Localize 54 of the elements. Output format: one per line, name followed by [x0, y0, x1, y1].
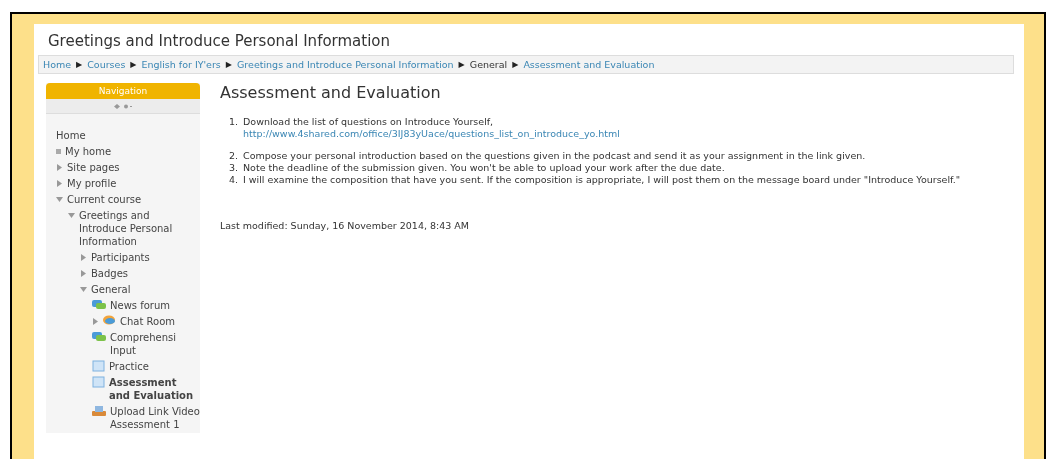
step-text: Note the deadline of the submission given. You won't be able to upload your work after the due date.	[243, 162, 725, 173]
nav-item[interactable]: Comprehensi Input	[110, 331, 200, 357]
nav-item[interactable]: Upload Link Video Assessment 1	[110, 405, 200, 431]
caret-right-icon[interactable]	[80, 254, 87, 261]
breadcrumb-link[interactable]: English for IY'ers	[141, 59, 221, 70]
breadcrumb-link[interactable]: Assessment and Evaluation	[523, 59, 655, 70]
section-heading: Assessment and Evaluation	[220, 83, 442, 102]
nav-item[interactable]: Current course	[67, 193, 142, 206]
questions-link[interactable]: http://www.4shared.com/office/3IJ83yUace/questions_list_on_introduce_yo.html	[243, 128, 620, 140]
last-modified-text: Last modified: Sunday, 16 November 2014, 8:43 AM	[220, 220, 471, 231]
caret-right-icon[interactable]	[56, 180, 63, 187]
nav-item[interactable]: Chat Room	[120, 315, 176, 328]
caret-down-icon[interactable]	[80, 286, 87, 293]
list-number: 2.	[228, 150, 238, 162]
nav-item[interactable]: Home	[56, 129, 86, 142]
document-icon	[92, 376, 105, 388]
speech-bubbles-icon	[92, 299, 106, 311]
nav-item[interactable]: Site pages	[67, 161, 120, 174]
chat-bubble-icon	[103, 315, 116, 327]
caret-right-icon[interactable]	[80, 270, 87, 277]
separator-icon: ▶	[76, 60, 83, 69]
separator-icon: ▶	[512, 60, 519, 69]
nav-item[interactable]: Badges	[91, 267, 129, 280]
page-title: Greetings and Introduce Personal Information	[48, 32, 392, 50]
nav-item[interactable]: Greetings and Introduce Personal Information	[79, 209, 200, 248]
nav-item[interactable]: Participants	[91, 251, 150, 264]
caret-right-icon[interactable]	[92, 318, 99, 325]
upload-icon	[92, 405, 106, 417]
separator-icon: ▶	[458, 60, 465, 69]
nav-item[interactable]: Assessment and Evaluation	[109, 376, 200, 402]
nav-item[interactable]: General	[91, 283, 131, 296]
step-text: Compose your personal introduction based on the questions given in the podcast and send it as your assignment in the link given.	[243, 150, 866, 161]
nav-item[interactable]: News forum	[110, 299, 171, 312]
breadcrumb-link[interactable]: Greetings and Introduce Personal Information	[237, 59, 454, 70]
speech-bubbles-icon	[92, 331, 106, 343]
caret-down-icon[interactable]	[56, 196, 63, 203]
nav-item[interactable]: My profile	[67, 177, 117, 190]
step-text: I will examine the composition that have you sent. If the composition is appropriate, I will post them on the message board under "Introduce Yourself."	[243, 174, 961, 185]
nav-item[interactable]: Practice	[109, 360, 149, 373]
step-text: Download the list of questions on Introduce Yourself,	[243, 116, 494, 127]
breadcrumb-text: General	[469, 59, 508, 70]
document-icon	[92, 360, 105, 372]
caret-down-icon[interactable]	[68, 212, 75, 219]
bullet-icon	[56, 149, 61, 154]
caret-right-icon[interactable]	[56, 164, 63, 171]
nav-item[interactable]: My home	[65, 145, 112, 158]
list-number: 3.	[228, 162, 238, 174]
list-number: 4.	[228, 174, 238, 186]
separator-icon: ▶	[130, 60, 137, 69]
list-number: 1.	[228, 116, 238, 129]
breadcrumb-link[interactable]: Courses	[87, 59, 126, 70]
navigation-header: Navigation	[46, 83, 200, 99]
breadcrumb-link[interactable]: Home	[43, 59, 72, 70]
separator-icon: ▶	[225, 60, 232, 69]
